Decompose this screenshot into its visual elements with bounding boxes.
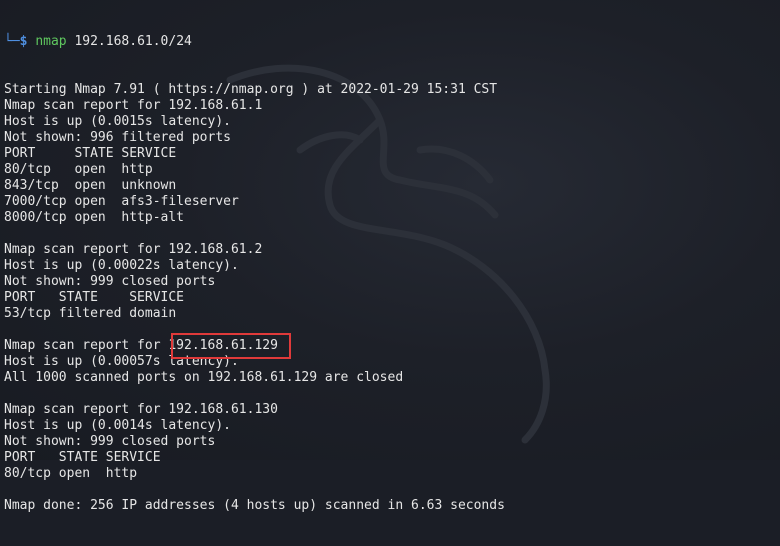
output-line: Nmap scan report for 192.168.61.2: [4, 242, 263, 257]
output-line: PORT STATE SERVICE: [4, 146, 177, 161]
output-line: All 1000 scanned ports on 192.168.61.129…: [4, 370, 404, 385]
output-line: PORT STATE SERVICE: [4, 450, 161, 465]
output-line: Not shown: 999 closed ports: [4, 434, 216, 449]
output-line: 843/tcp open unknown: [4, 178, 177, 193]
output-line: 80/tcp open http: [4, 466, 138, 481]
output-line: 8000/tcp open http-alt: [4, 210, 185, 225]
output-line: Starting Nmap 7.91 ( https://nmap.org ) …: [4, 82, 498, 97]
prompt-symbol: $: [19, 34, 28, 49]
output-line: Host is up (0.0014s latency).: [4, 418, 231, 433]
output-line: Nmap scan report for 192.168.61.130: [4, 402, 278, 417]
prompt-line: └─$ nmap 192.168.61.0/24: [4, 34, 505, 50]
terminal-output: └─$ nmap 192.168.61.0/24 Starting Nmap 7…: [4, 2, 505, 546]
highlight-box-target-ip: [171, 333, 291, 359]
output-line: Host is up (0.0015s latency).: [4, 114, 231, 129]
output-line: Not shown: 996 filtered ports: [4, 130, 231, 145]
command-args: 192.168.61.0/24: [74, 34, 192, 49]
command-name: nmap: [35, 34, 67, 49]
output-line: 80/tcp open http: [4, 162, 153, 177]
terminal-window[interactable]: └─$ nmap 192.168.61.0/24 Starting Nmap 7…: [0, 0, 780, 513]
output-line: PORT STATE SERVICE: [4, 290, 185, 305]
output-line: 53/tcp filtered domain: [4, 306, 177, 321]
prompt-corner: └─: [4, 34, 20, 49]
output-line: Nmap done: 256 IP addresses (4 hosts up)…: [4, 498, 505, 513]
output-line: 7000/tcp open afs3-fileserver: [4, 194, 239, 209]
output-line: Host is up (0.00022s latency).: [4, 258, 239, 273]
output-line: Nmap scan report for 192.168.61.1: [4, 98, 263, 113]
output-line: Not shown: 999 closed ports: [4, 274, 216, 289]
